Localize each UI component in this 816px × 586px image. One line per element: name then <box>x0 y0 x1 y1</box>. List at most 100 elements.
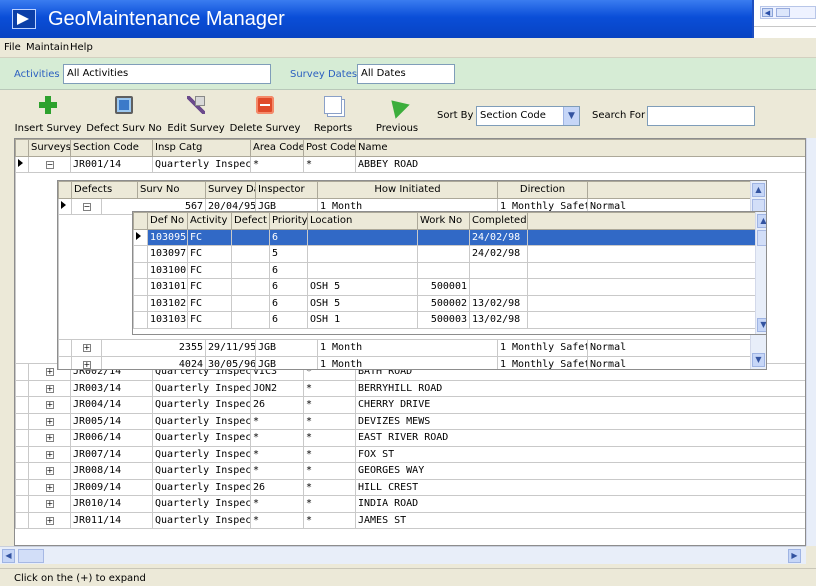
section-row[interactable]: +JR007/14Quarterly Inspection**FOX ST <box>15 445 805 463</box>
col-header-insp-catg[interactable]: Insp Catg <box>152 139 251 157</box>
row-selector[interactable] <box>15 478 29 496</box>
col-header-def-no[interactable]: Def No <box>147 212 188 230</box>
defects-scrollbar[interactable]: ▲ ▼ <box>755 212 766 334</box>
expand-icon[interactable]: + <box>82 360 91 369</box>
survey-row[interactable]: +402430/05/96JGB1 Month1 Monthly Safety … <box>58 355 753 369</box>
survey-row[interactable]: +235529/11/95JGB1 Month1 Monthly Safety … <box>58 339 753 357</box>
col-header-post-code[interactable]: Post Code <box>303 139 356 157</box>
expand-toggle[interactable]: + <box>28 511 71 529</box>
expand-toggle[interactable]: + <box>28 396 71 414</box>
chevron-down-icon[interactable]: ▼ <box>563 107 579 125</box>
scroll-down-icon[interactable]: ▼ <box>752 353 765 367</box>
row-selector[interactable] <box>15 396 29 414</box>
delete-survey-button[interactable]: Delete Survey <box>228 92 302 136</box>
section-row[interactable]: + JR004/14Quarterly Inspection26*CHERRY D… <box>15 396 805 414</box>
expand-icon[interactable]: + <box>45 368 54 377</box>
col-header-priority[interactable]: Priority <box>269 212 308 230</box>
scroll-down-icon[interactable]: ▼ <box>757 318 766 332</box>
section-row[interactable]: +JR006/14Quarterly Inspection**EAST RIVE… <box>15 429 805 447</box>
col-header-defects[interactable]: Defects <box>71 181 138 199</box>
menu-maintain[interactable]: Maintain <box>26 42 69 53</box>
col-header-inspector[interactable]: Inspector <box>255 181 318 199</box>
section-row[interactable]: + JR009/14Quarterly Inspection26*HILL CRE… <box>15 478 805 496</box>
expand-toggle[interactable]: − <box>28 155 71 173</box>
col-header-defect[interactable]: Defect <box>231 212 270 230</box>
col-header-completed[interactable]: Completed <box>469 212 528 230</box>
col-header-work-no[interactable]: Work No <box>417 212 470 230</box>
section-row[interactable]: +JR005/14Quarterly Inspection**DEVIZES M… <box>15 412 805 430</box>
col-header-activity[interactable]: Activity <box>187 212 232 230</box>
scroll-up-icon[interactable]: ▲ <box>757 214 766 228</box>
row-selector[interactable] <box>58 197 72 215</box>
row-selector[interactable] <box>133 311 148 329</box>
main-scrollbar[interactable] <box>806 138 816 546</box>
row-selector[interactable] <box>15 379 29 397</box>
expand-icon[interactable]: + <box>45 500 54 509</box>
row-selector[interactable] <box>15 412 29 430</box>
scroll-right-icon[interactable]: ▶ <box>788 549 801 563</box>
row-selector[interactable] <box>15 511 29 529</box>
section-row[interactable]: +JR008/14Quarterly Inspection**GEORGES W… <box>15 462 805 480</box>
sort-by-select[interactable]: Section Code ▼ <box>476 106 580 126</box>
expand-icon[interactable]: + <box>45 417 54 426</box>
menu-file[interactable]: File <box>4 42 21 53</box>
expand-toggle[interactable]: + <box>71 355 102 369</box>
scroll-left-icon[interactable]: ◀ <box>2 549 15 563</box>
search-input[interactable] <box>647 106 755 126</box>
expand-toggle[interactable]: + <box>28 462 71 480</box>
col-header-name[interactable]: Name <box>355 139 805 157</box>
expand-toggle[interactable]: + <box>28 412 71 430</box>
expand-icon[interactable]: + <box>45 516 54 525</box>
insert-survey-button[interactable]: Insert Survey <box>12 92 84 136</box>
defect-row[interactable]: 103101 FC 6 OSH 5 500001 <box>133 278 758 296</box>
section-row[interactable]: + JR003/14Quarterly InspectionJON2*BERRYH… <box>15 379 805 397</box>
expand-toggle[interactable]: + <box>71 339 102 357</box>
row-selector[interactable] <box>133 294 148 312</box>
expand-toggle[interactable]: + <box>28 495 71 513</box>
collapse-icon[interactable]: − <box>45 160 54 169</box>
row-selector[interactable] <box>58 339 72 357</box>
row-selector[interactable] <box>15 462 29 480</box>
row-selector[interactable] <box>15 445 29 463</box>
row-selector[interactable] <box>15 429 29 447</box>
expand-toggle[interactable]: + <box>28 478 71 496</box>
row-selector[interactable] <box>15 363 29 381</box>
expand-toggle[interactable]: − <box>71 197 102 215</box>
survey-dates-field[interactable]: All Dates <box>357 64 455 84</box>
expand-icon[interactable]: + <box>82 344 91 353</box>
scroll-thumb[interactable] <box>18 549 44 563</box>
horizontal-scrollbar[interactable]: ◀ ▶ <box>0 546 806 564</box>
col-header-direction[interactable]: Direction <box>497 181 588 199</box>
defect-row[interactable]: 103097 FC 5 24/02/98 <box>133 245 758 263</box>
row-selector[interactable] <box>58 355 72 369</box>
collapse-icon[interactable]: − <box>82 202 91 211</box>
scroll-up-icon[interactable]: ▲ <box>752 183 765 197</box>
expand-toggle[interactable]: + <box>28 379 71 397</box>
col-header-surv-no[interactable]: Surv No <box>137 181 206 199</box>
col-header-how-initiated[interactable]: How Initiated <box>317 181 498 199</box>
defect-row[interactable]: 103102 FC 6 OSH 5 500002 13/02/98 <box>133 294 758 312</box>
row-selector[interactable] <box>133 245 148 263</box>
defect-surv-no-button[interactable]: Defect Surv No <box>84 92 164 136</box>
scroll-thumb[interactable] <box>757 230 766 246</box>
row-selector[interactable] <box>133 278 148 296</box>
expand-icon[interactable]: + <box>45 483 54 492</box>
defect-row[interactable]: 103103 FC 6 OSH 1 500003 13/02/98 <box>133 311 758 329</box>
menu-help[interactable]: Help <box>70 42 93 53</box>
reports-button[interactable]: Reports <box>308 92 358 136</box>
defect-row[interactable]: 103095 FC 6 24/02/98 <box>133 228 758 246</box>
defect-row[interactable]: 103100 FC 6 <box>133 261 758 279</box>
row-selector[interactable] <box>133 228 148 246</box>
expand-icon[interactable]: + <box>45 450 54 459</box>
section-row[interactable]: −JR001/14Quarterly Inspection**ABBEY ROA… <box>15 155 805 173</box>
activities-field[interactable]: All Activities <box>63 64 271 84</box>
row-selector[interactable] <box>15 155 29 173</box>
previous-button[interactable]: Previous <box>372 92 422 136</box>
row-selector[interactable] <box>15 495 29 513</box>
edit-survey-button[interactable]: Edit Survey <box>166 92 226 136</box>
section-row[interactable]: +JR010/14Quarterly Inspection**INDIA ROA… <box>15 495 805 513</box>
col-header-survey-date[interactable]: Survey Date <box>205 181 256 199</box>
col-header-surveys[interactable]: Surveys <box>28 139 71 157</box>
expand-icon[interactable]: + <box>45 384 54 393</box>
expand-icon[interactable]: + <box>45 434 54 443</box>
